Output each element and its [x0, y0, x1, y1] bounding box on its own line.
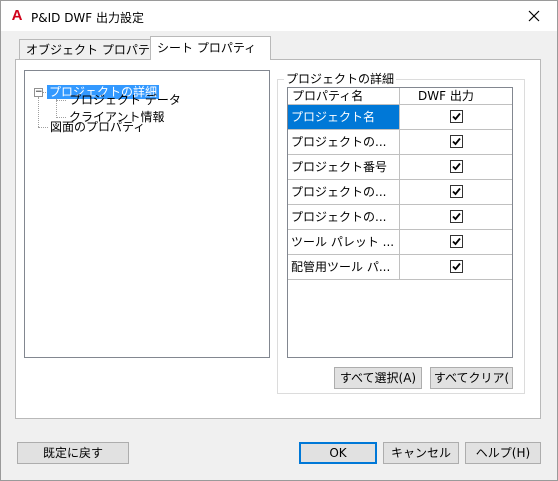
close-icon	[528, 10, 540, 22]
collapse-icon[interactable]: −	[34, 88, 43, 97]
dialog-window: A P&ID DWF 出力設定 オブジェクト プロパティ シート プロパティ −…	[0, 0, 558, 481]
dwf-output-cell	[400, 105, 512, 129]
close-button[interactable]	[511, 1, 557, 31]
dwf-output-cell	[400, 155, 512, 179]
tree-item-project-data[interactable]: プロジェクト データ	[69, 92, 181, 108]
grid-row[interactable]: プロジェクト番号	[288, 155, 512, 180]
dwf-output-cell	[400, 180, 512, 204]
tree-item-drawing-properties[interactable]: 図面のプロパティ	[50, 119, 145, 135]
dwf-output-checkbox[interactable]	[450, 160, 463, 173]
title-bar: A P&ID DWF 出力設定	[1, 1, 557, 32]
grid-header: プロパティ名 DWF 出力	[288, 88, 512, 105]
tree-line	[56, 100, 66, 101]
property-name-cell[interactable]: 配管用ツール パ...	[288, 255, 400, 279]
dwf-output-cell	[400, 205, 512, 229]
cancel-button[interactable]: キャンセル	[383, 442, 459, 464]
tree-line	[38, 127, 48, 128]
dwf-output-checkbox[interactable]	[450, 235, 463, 248]
dwf-output-cell	[400, 230, 512, 254]
property-name-cell[interactable]: ツール パレット ...	[288, 230, 400, 254]
property-tree[interactable]: − プロジェクトの詳細 プロジェクト データ クライアント情報 図面のプロパティ	[24, 70, 270, 358]
property-name-cell[interactable]: プロジェクト名	[288, 105, 400, 129]
grid-row[interactable]: ツール パレット ...	[288, 230, 512, 255]
grid-row[interactable]: 配管用ツール パ...	[288, 255, 512, 280]
grid-row[interactable]: プロジェクト名	[288, 105, 512, 130]
checkmark-icon	[452, 137, 461, 146]
property-grid: プロパティ名 DWF 出力 プロジェクト名 プロジェクトの... プロジェクト番号プ…	[287, 87, 513, 358]
dwf-output-checkbox[interactable]	[450, 135, 463, 148]
checkmark-icon	[452, 237, 461, 246]
dwf-output-checkbox[interactable]	[450, 210, 463, 223]
tab-sheet-properties[interactable]: シート プロパティ	[150, 36, 271, 60]
checkmark-icon	[452, 212, 461, 221]
reset-defaults-button[interactable]: 既定に戻す	[17, 442, 129, 464]
checkmark-icon	[452, 187, 461, 196]
property-name-cell[interactable]: プロジェクトの...	[288, 180, 400, 204]
dwf-output-checkbox[interactable]	[450, 185, 463, 198]
property-name-cell[interactable]: プロジェクト番号	[288, 155, 400, 179]
tree-line	[38, 97, 39, 127]
grid-row[interactable]: プロジェクトの...	[288, 130, 512, 155]
checkmark-icon	[452, 262, 461, 271]
select-all-button[interactable]: すべて選択(A)	[334, 367, 422, 389]
column-header-dwf-output[interactable]: DWF 出力	[400, 88, 512, 104]
checkmark-icon	[452, 112, 461, 121]
grid-row[interactable]: プロジェクトの...	[288, 180, 512, 205]
tab-object-properties[interactable]: オブジェクト プロパティ	[19, 39, 164, 60]
column-header-property-name[interactable]: プロパティ名	[288, 88, 400, 104]
clear-all-button[interactable]: すべてクリア(	[430, 367, 513, 389]
group-title: プロジェクトの詳細	[284, 70, 397, 87]
property-name-cell[interactable]: プロジェクトの...	[288, 205, 400, 229]
sheet-properties-panel: − プロジェクトの詳細 プロジェクト データ クライアント情報 図面のプロパティ…	[15, 59, 541, 419]
autocad-app-icon: A	[11, 7, 23, 24]
grid-row[interactable]: プロジェクトの...	[288, 205, 512, 230]
ok-button[interactable]: OK	[299, 442, 377, 464]
dwf-output-cell	[400, 255, 512, 279]
dwf-output-checkbox[interactable]	[450, 260, 463, 273]
tree-line	[56, 117, 66, 118]
property-name-cell[interactable]: プロジェクトの...	[288, 130, 400, 154]
help-button[interactable]: ヘルプ(H)	[465, 442, 541, 464]
dwf-output-cell	[400, 130, 512, 154]
window-title: P&ID DWF 出力設定	[31, 11, 145, 25]
dwf-output-checkbox[interactable]	[450, 110, 463, 123]
checkmark-icon	[452, 162, 461, 171]
